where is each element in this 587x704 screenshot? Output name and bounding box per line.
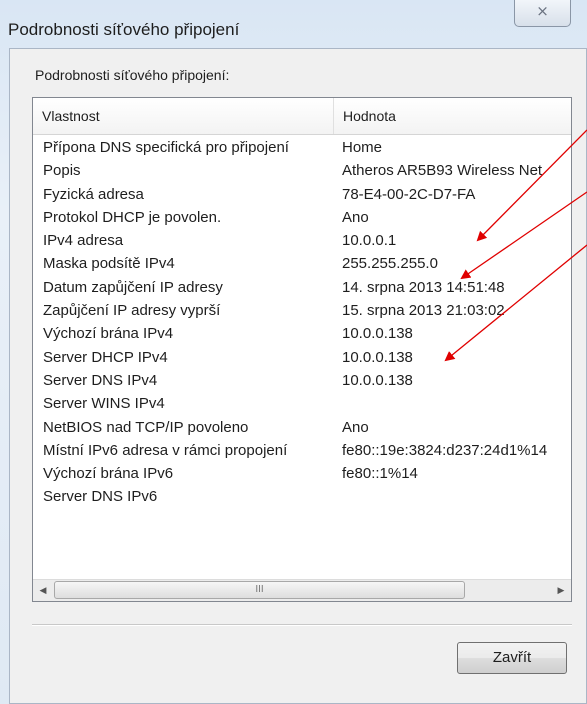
value-cell: 10.0.0.138 <box>342 348 413 366</box>
property-cell: Místní IPv6 adresa v rámci propojení <box>43 441 288 459</box>
property-cell: Server DHCP IPv4 <box>43 348 168 366</box>
table-row[interactable]: Výchozí brána IPv6 fe80::1%14 <box>33 462 571 485</box>
table-row[interactable]: NetBIOS nad TCP/IP povoleno Ano <box>33 416 571 439</box>
value-cell: 10.0.0.138 <box>342 371 413 389</box>
property-cell: Server DNS IPv4 <box>43 371 158 389</box>
table-row[interactable]: Maska podsítě IPv4 255.255.255.0 <box>33 252 571 275</box>
window-title: Podrobnosti síťového připojení <box>8 20 240 39</box>
value-cell: 10.0.0.138 <box>342 325 413 343</box>
dialog-frame: Podrobnosti síťového připojení ⨯ Podrobn… <box>0 0 587 704</box>
property-cell: NetBIOS nad TCP/IP povoleno <box>43 418 249 436</box>
table-row[interactable]: Server WINS IPv4 <box>33 392 571 415</box>
close-button[interactable]: Zavřít <box>457 642 567 674</box>
scroll-right-icon[interactable]: ▶ <box>551 580 571 601</box>
property-cell: Server DNS IPv6 <box>43 488 158 506</box>
table-row[interactable]: Datum zapůjčení IP adresy 14. srpna 2013 … <box>33 276 571 299</box>
separator <box>32 624 572 626</box>
table-row[interactable]: Fyzická adresa 78-E4-00-2C-D7-FA <box>33 183 571 206</box>
value-cell: 15. srpna 2013 21:03:02 <box>342 302 505 320</box>
scroll-left-icon[interactable]: ◀ <box>33 580 53 601</box>
property-cell: Maska podsítě IPv4 <box>43 255 175 273</box>
table-row[interactable]: IPv4 adresa 10.0.0.1 <box>33 229 571 252</box>
table-row[interactable]: Přípona DNS specifická pro připojení Home <box>33 136 571 159</box>
listview-header: Vlastnost Hodnota <box>33 98 571 135</box>
property-cell: Protokol DHCP je povolen. <box>43 208 222 226</box>
table-row[interactable]: Zapůjčení IP adresy vyprší 15. srpna 2013… <box>33 299 571 322</box>
details-listview[interactable]: Vlastnost Hodnota Přípona DNS specifická… <box>32 97 572 602</box>
table-row[interactable]: Popis Atheros AR5B93 Wireless Net <box>33 159 571 182</box>
horizontal-scrollbar[interactable]: ◀ III ▶ <box>33 579 571 601</box>
property-cell: IPv4 adresa <box>43 232 124 250</box>
close-icon[interactable]: ⨯ <box>514 0 571 27</box>
value-cell: Ano <box>342 418 369 436</box>
table-row[interactable]: Server DNS IPv4 10.0.0.138 <box>33 369 571 392</box>
value-cell: fe80::19e:3824:d237:24d1%14 <box>342 441 548 459</box>
table-row[interactable]: Výchozí brána IPv4 10.0.0.138 <box>33 322 571 345</box>
column-header-value[interactable]: Hodnota <box>334 98 571 134</box>
listview-rows: Přípona DNS specifická pro připojení Home… <box>33 136 571 509</box>
property-cell: Datum zapůjčení IP adresy <box>43 278 223 296</box>
value-cell: Ano <box>342 208 369 226</box>
property-cell: Server WINS IPv4 <box>43 395 165 413</box>
property-cell: Fyzická adresa <box>43 185 144 203</box>
value-cell: Home <box>342 139 383 156</box>
table-row[interactable]: Místní IPv6 adresa v rámci propojení fe80… <box>33 439 571 462</box>
value-cell: 255.255.255.0 <box>342 255 438 273</box>
value-cell: fe80::1%14 <box>342 465 418 483</box>
column-header-property[interactable]: Vlastnost <box>33 98 334 134</box>
value-cell: 10.0.0.1 <box>342 232 397 250</box>
property-cell: Přípona DNS specifická pro připojení <box>43 139 289 156</box>
property-cell: Zapůjčení IP adresy vyprší <box>43 302 221 320</box>
table-row[interactable]: Server DNS IPv6 <box>33 485 571 508</box>
scrollbar-thumb[interactable]: III <box>54 581 465 599</box>
value-cell: Atheros AR5B93 Wireless Net <box>342 162 543 180</box>
property-cell: Výchozí brána IPv6 <box>43 465 174 483</box>
table-row[interactable]: Server DHCP IPv4 10.0.0.138 <box>33 346 571 369</box>
table-row[interactable]: Protokol DHCP je povolen. Ano <box>33 206 571 229</box>
property-cell: Popis <box>43 162 81 180</box>
property-cell: Výchozí brána IPv4 <box>43 325 174 343</box>
value-cell: 14. srpna 2013 14:51:48 <box>342 278 505 296</box>
value-cell: 78-E4-00-2C-D7-FA <box>342 185 476 203</box>
details-label: Podrobnosti síťového připojení: <box>35 67 230 83</box>
